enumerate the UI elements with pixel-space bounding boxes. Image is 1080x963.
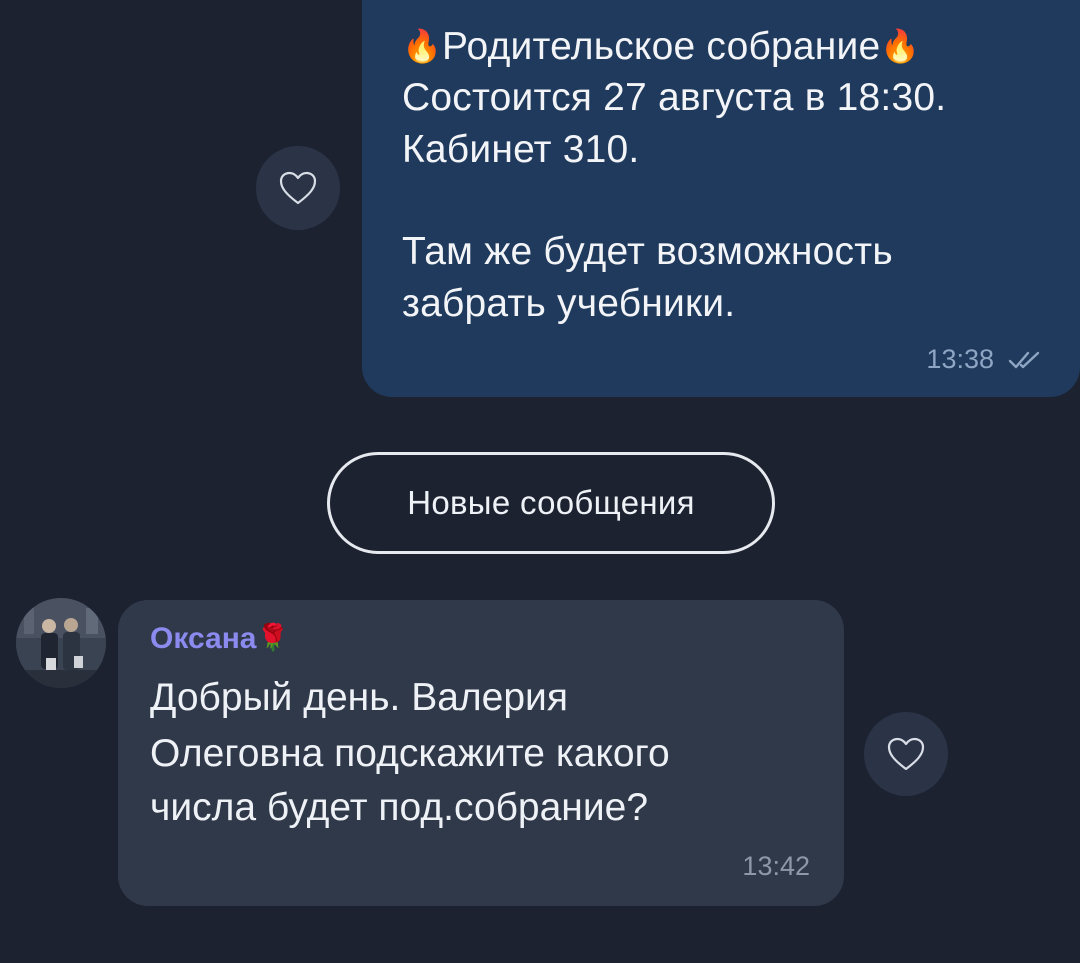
- message-text-line: Кабинет 310.: [402, 128, 640, 171]
- message-text-line: Там же будет возможность: [402, 230, 893, 273]
- heart-outline-icon: [279, 171, 317, 205]
- new-messages-divider: Новые сообщения: [327, 452, 775, 554]
- reaction-button[interactable]: [864, 712, 948, 796]
- reaction-button[interactable]: [256, 146, 340, 230]
- message-text-line: Олеговна подскажите какого: [150, 732, 670, 775]
- sender-name-line: Оксана🌹: [150, 622, 289, 656]
- outgoing-message-bubble[interactable]: 🔥Родительское собрание🔥 Состоится 27 авг…: [362, 0, 1080, 397]
- incoming-message-bubble[interactable]: Оксана🌹 Добрый день. Валерия Олеговна по…: [118, 600, 844, 906]
- message-title: Родительское собрание: [442, 25, 881, 68]
- message-text-line: Состоится 27 августа в 18:30.: [402, 76, 947, 119]
- double-check-icon: [1008, 351, 1040, 368]
- message-text-line: числа будет под.собрание?: [150, 786, 649, 829]
- heart-outline-icon: [887, 737, 925, 771]
- rose-emoji: 🌹: [256, 622, 289, 652]
- message-title-line: 🔥Родительское собрание🔥: [402, 20, 920, 73]
- message-text-line: Добрый день. Валерия: [150, 676, 568, 719]
- message-text-line: забрать учебники.: [402, 282, 736, 325]
- sender-name[interactable]: Оксана: [150, 622, 257, 655]
- message-time: 13:38: [926, 344, 994, 374]
- message-time: 13:42: [742, 851, 810, 881]
- fire-emoji: 🔥: [880, 28, 921, 64]
- chat-screen: 🔥Родительское собрание🔥 Состоится 27 авг…: [0, 0, 1080, 963]
- new-messages-label: Новые сообщения: [407, 484, 695, 521]
- fire-emoji: 🔥: [402, 28, 443, 64]
- avatar[interactable]: [16, 598, 106, 688]
- message-meta: 13:38: [926, 344, 1042, 375]
- avatar-photo: [16, 598, 106, 688]
